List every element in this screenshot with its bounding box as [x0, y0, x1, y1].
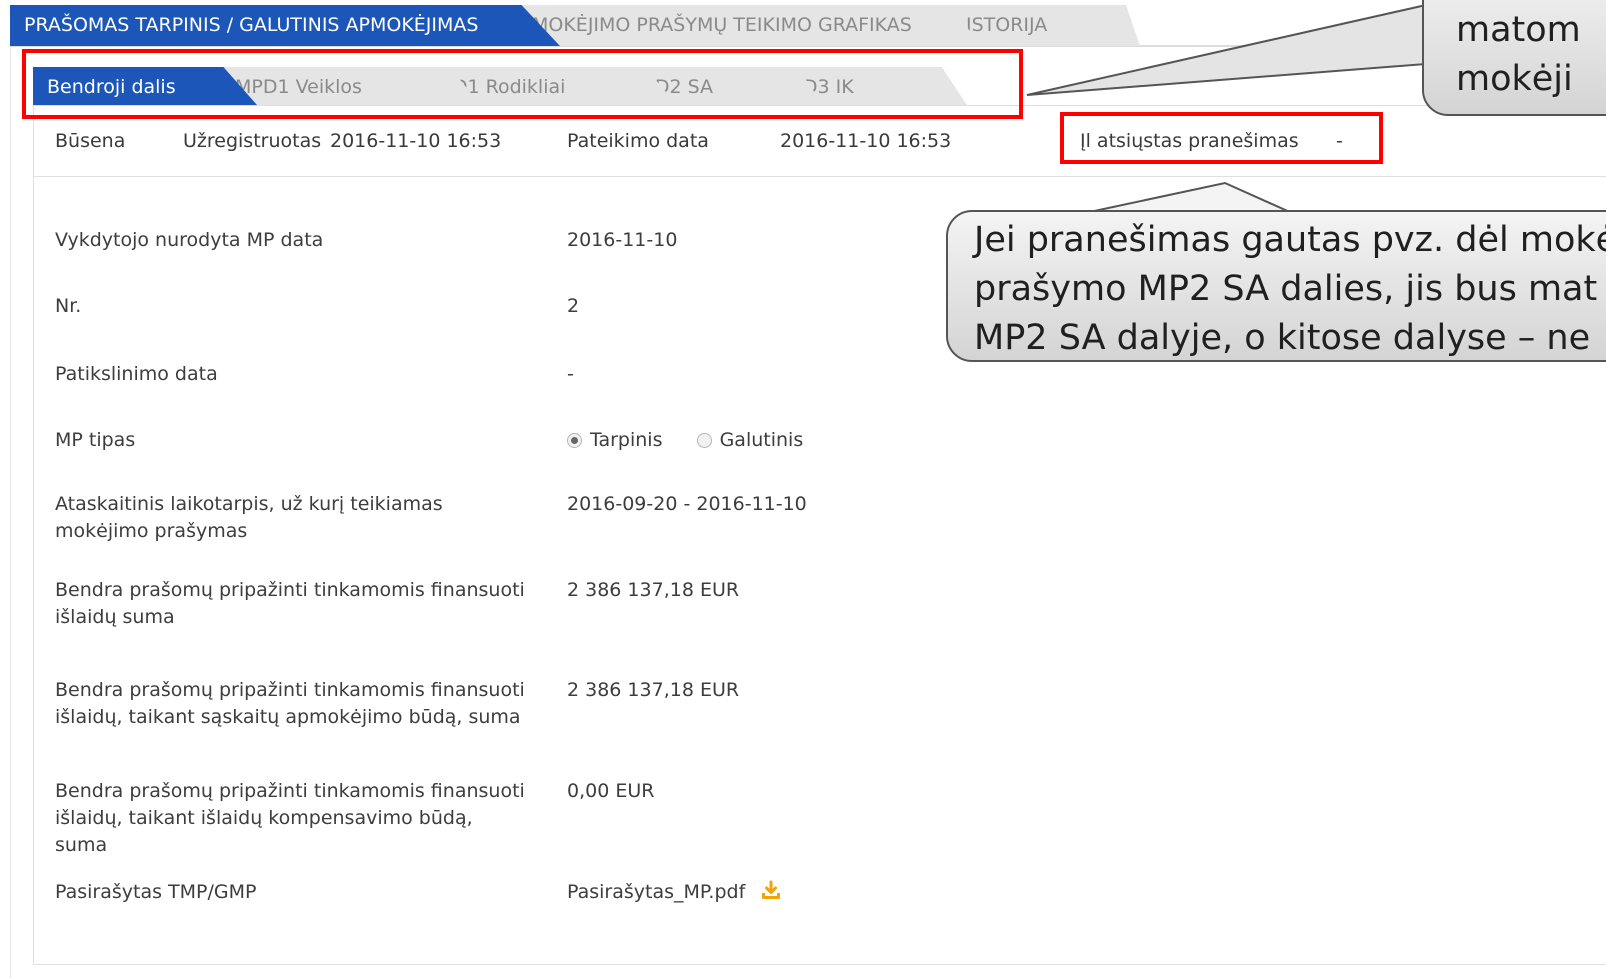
callout-main-line3: MP2 SA dalyje, o kitose dalyse – ne: [974, 318, 1591, 358]
suma2-value: 2 386 137,18 EUR: [567, 679, 740, 701]
laikotarpis-label: Ataskaitinis laikotarpis, už kurį teikia…: [55, 493, 443, 542]
suma2-label: Bendra prašomų pripažinti tinkamomis fin…: [55, 679, 525, 728]
nr-label: Nr.: [55, 295, 82, 317]
pasirasytas-file-row: Pasirašytas_MP.pdf: [567, 879, 781, 908]
suma1-label: Bendra prašomų pripažinti tinkamomis fin…: [55, 579, 525, 628]
busena-value: Užregistruotas: [183, 130, 322, 152]
subtabs-highlight-box: [22, 49, 1023, 119]
callout-top-line1: matom: [1456, 10, 1581, 50]
tab-prasomas-apmokejimas[interactable]: PRAŠOMAS TARPINIS / GALUTINIS APMOKĖJIMA…: [10, 5, 560, 46]
patikslinimo-data-label: Patikslinimo data: [55, 363, 218, 385]
mp-data-label: Vykdytojo nurodyta MP data: [55, 229, 324, 251]
callout-main-line1: Jei pranešimas gautas pvz. dėl mokė: [974, 220, 1606, 260]
mp-tipas-radio-group: Tarpinis Galutinis: [567, 427, 803, 454]
radio-tarpinis[interactable]: [567, 433, 582, 448]
download-icon[interactable]: [761, 880, 781, 908]
suma1-value: 2 386 137,18 EUR: [567, 579, 740, 601]
tab-prasomas-apmokejimas-label: PRAŠOMAS TARPINIS / GALUTINIS APMOKĖJIMA…: [24, 14, 479, 36]
callout-top-line2: mokėji: [1456, 59, 1573, 99]
tab-mokejimo-grafikas[interactable]: MOKĖJIMO PRAŠYMŲ TEIKIMO GRAFIKAS: [510, 5, 982, 46]
pateikimo-data-label: Pateikimo data: [567, 130, 709, 152]
radio-galutinis-label: Galutinis: [719, 429, 804, 451]
suma3-value: 0,00 EUR: [567, 780, 655, 802]
tab-mokejimo-grafikas-label: MOKĖJIMO PRAŠYMŲ TEIKIMO GRAFIKAS: [532, 14, 912, 36]
pasirasytas-file-link[interactable]: Pasirašytas_MP.pdf: [567, 881, 745, 903]
pranesimas-highlight-box: [1060, 112, 1383, 164]
laikotarpis-value: 2016-09-20 - 2016-11-10: [567, 493, 807, 515]
radio-tarpinis-label: Tarpinis: [590, 429, 663, 451]
top-tab-bar: ISTORIJA MOKĖJIMO PRAŠYMŲ TEIKIMO GRAFIK…: [10, 5, 1606, 47]
radio-galutinis[interactable]: [696, 433, 712, 448]
nr-value: 2: [567, 295, 580, 317]
callout-main: Jei pranešimas gautas pvz. dėl mokė praš…: [946, 210, 1606, 362]
patikslinimo-data-value: -: [567, 363, 574, 385]
busena-date: 2016-11-10 16:53: [330, 130, 502, 152]
left-border-line: [10, 44, 11, 978]
mp-tipas-label: MP tipas: [55, 429, 136, 451]
pasirasytas-label: Pasirašytas TMP/GMP: [55, 881, 257, 903]
callout-main-line2: prašymo MP2 SA dalies, jis bus mat: [974, 269, 1598, 309]
pateikimo-data-value: 2016-11-10 16:53: [780, 130, 952, 152]
suma3-label: Bendra prašomų pripažinti tinkamomis fin…: [55, 780, 525, 856]
callout-top: matom mokėji: [1422, 0, 1606, 116]
busena-label: Būsena: [55, 130, 126, 152]
mp-data-value: 2016-11-10: [567, 229, 678, 251]
